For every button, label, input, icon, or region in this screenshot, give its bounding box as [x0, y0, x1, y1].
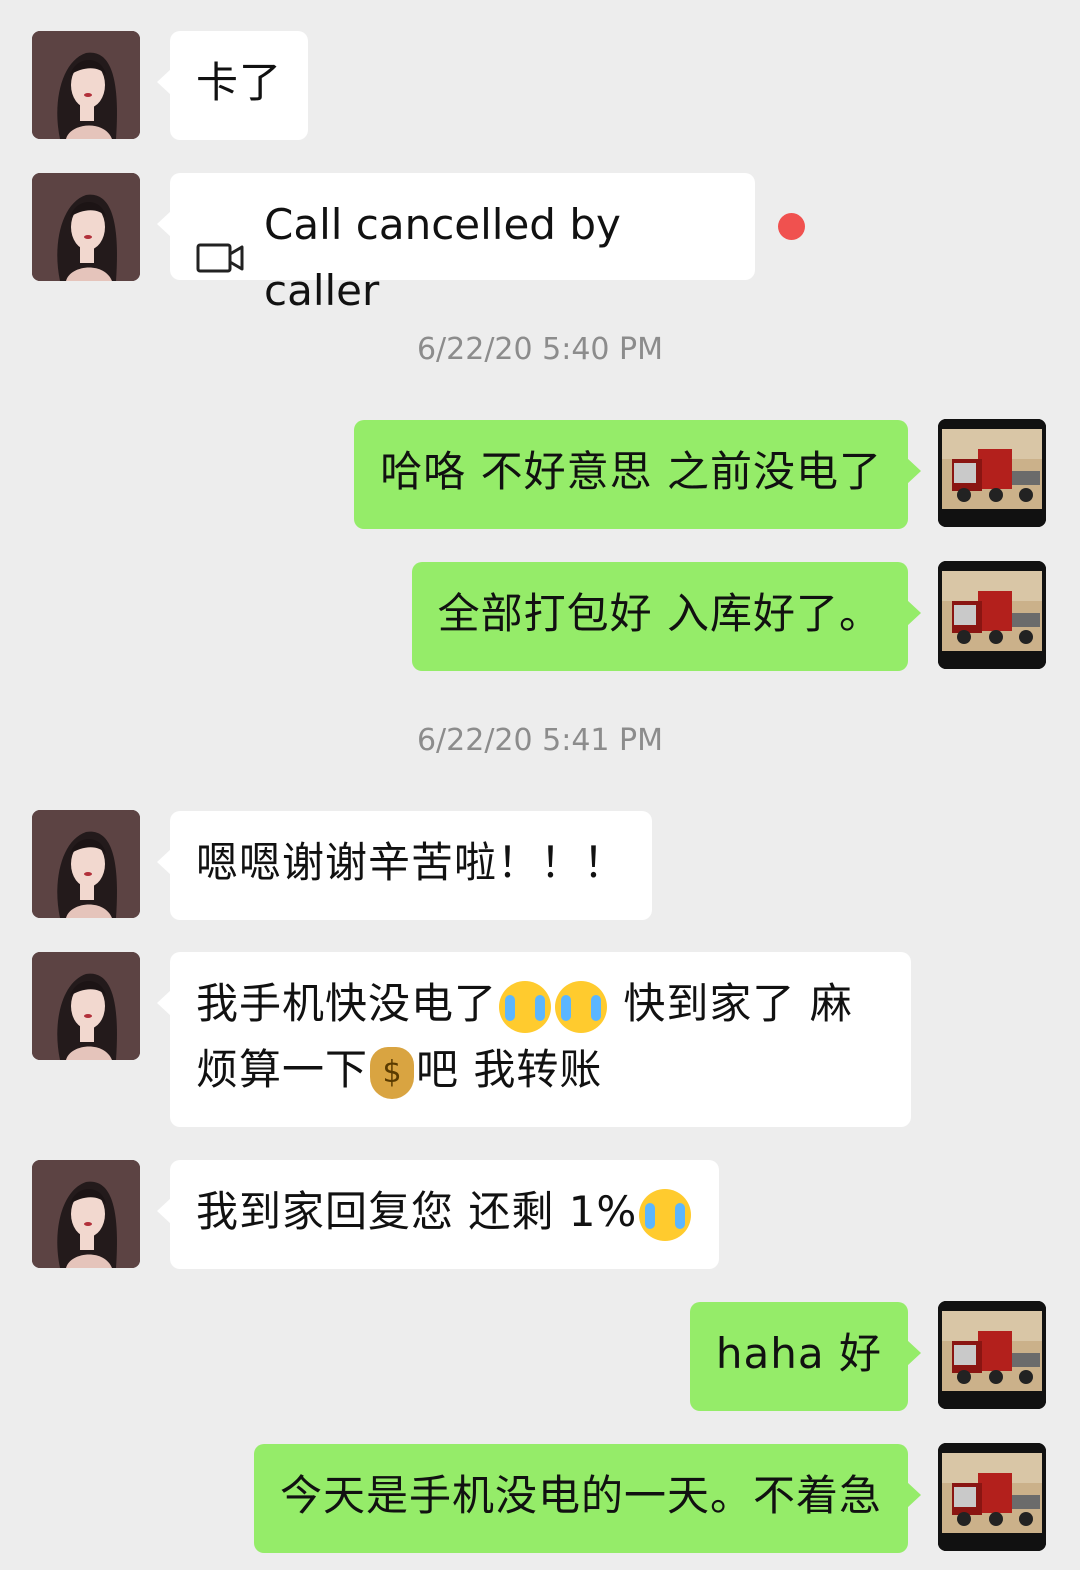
message-text: 烦算一下	[196, 1045, 369, 1094]
message-text: haha 好	[715, 1329, 882, 1378]
crying-laughing-emoji	[555, 980, 608, 1033]
outgoing-message-bubble[interactable]: haha 好	[689, 1302, 922, 1411]
message-line: 烦算一下 $ 吧 我转账	[196, 1037, 885, 1103]
contact-avatar[interactable]	[32, 952, 140, 1060]
self-avatar[interactable]	[938, 1301, 1046, 1409]
message-text: 吧 我转账	[416, 1045, 603, 1094]
self-avatar[interactable]	[938, 561, 1046, 669]
contact-avatar[interactable]	[32, 173, 140, 281]
outgoing-message-bubble[interactable]: 哈咯 不好意思 之前没电了	[354, 420, 921, 529]
message-text: 全部打包好 入库好了。	[437, 589, 882, 638]
message-line: 我手机快没电了 快到家了 麻	[196, 971, 885, 1037]
message-text: 卡了	[196, 58, 283, 107]
incoming-message-bubble[interactable]: 我到家回复您 还剩 1%	[156, 1160, 720, 1269]
message-text: 我到家回复您 还剩 1%	[196, 1187, 638, 1236]
timestamp: 6/22/20 5:41 PM	[416, 723, 664, 758]
message-text: 快到家了 麻	[609, 979, 853, 1028]
message-text: 我手机快没电了	[196, 979, 498, 1028]
incoming-message-bubble[interactable]: 嗯嗯谢谢辛苦啦！！！	[156, 811, 653, 920]
self-avatar[interactable]	[938, 419, 1046, 527]
message-text: 哈咯 不好意思 之前没电了	[380, 447, 882, 496]
timestamp: 6/22/20 5:40 PM	[416, 332, 664, 367]
message-text: 今天是手机没电的一天。不着急	[279, 1471, 882, 1520]
call-status-bubble[interactable]: Call cancelled by caller	[157, 173, 755, 315]
call-status-text: Call cancelled by caller	[264, 200, 621, 315]
money-bag-emoji: $	[370, 1046, 415, 1099]
self-avatar[interactable]	[938, 1443, 1046, 1551]
crying-emoji	[639, 1188, 692, 1241]
contact-avatar[interactable]	[32, 31, 140, 139]
outgoing-message-bubble[interactable]: 今天是手机没电的一天。不着急	[253, 1444, 922, 1553]
video-camera-icon	[196, 243, 244, 273]
message-text: 嗯嗯谢谢辛苦啦！！！	[196, 838, 627, 887]
crying-laughing-emoji	[499, 980, 552, 1033]
contact-avatar[interactable]	[32, 1160, 140, 1268]
contact-avatar[interactable]	[32, 810, 140, 918]
incoming-message-bubble[interactable]: 卡了	[156, 31, 309, 140]
unread-dot	[778, 213, 805, 240]
incoming-message-bubble[interactable]: 我手机快没电了 快到家了 麻 烦算一下 $ 吧 我转账	[157, 952, 911, 1127]
outgoing-message-bubble[interactable]: 全部打包好 入库好了。	[411, 562, 922, 671]
